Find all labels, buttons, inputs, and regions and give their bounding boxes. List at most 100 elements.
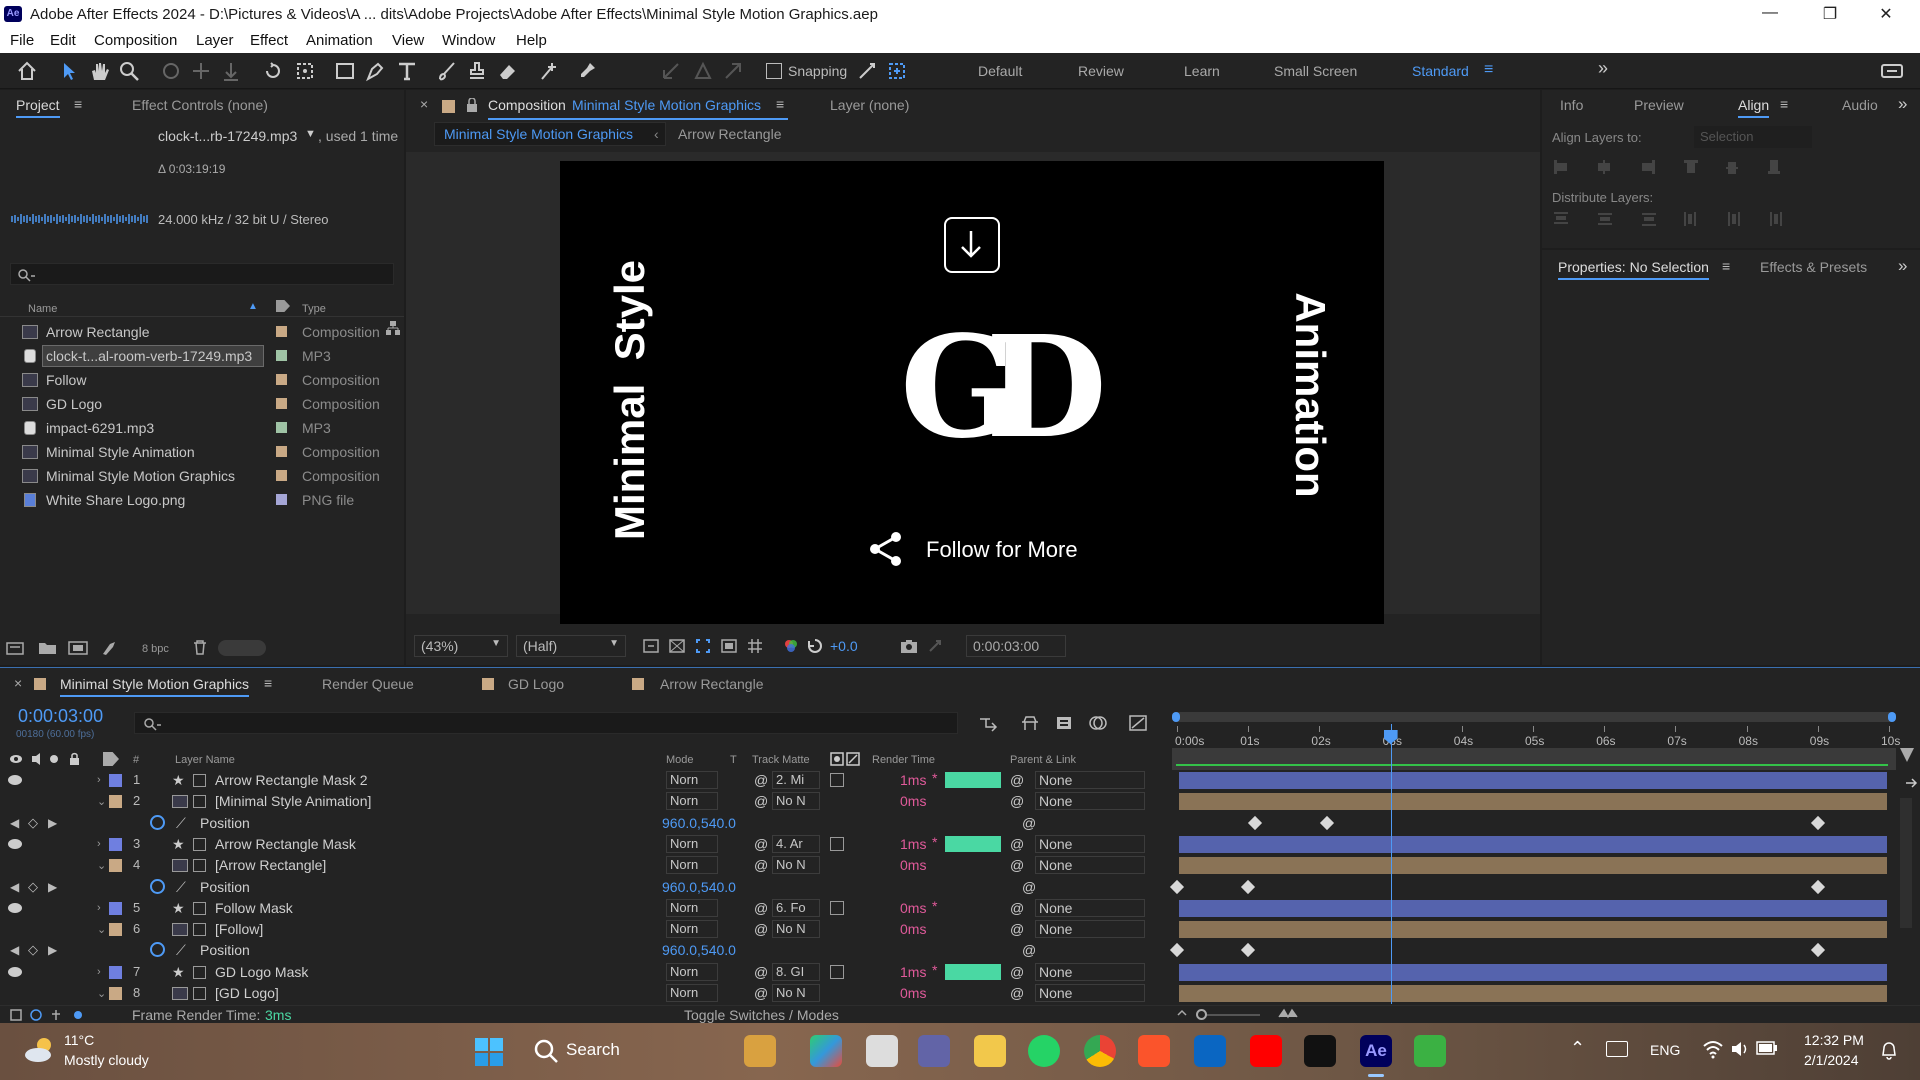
selection-tool-icon[interactable] bbox=[58, 60, 80, 82]
layer-name[interactable]: Follow Mask bbox=[215, 900, 293, 916]
property-row[interactable]: ◀ ◇ ▶ ⟋ Position 960.0,540.0 @ bbox=[0, 813, 1920, 834]
stopwatch-icon[interactable] bbox=[150, 942, 165, 958]
blend-mode-dropdown[interactable]: Norn bbox=[666, 920, 718, 939]
tab-audio[interactable]: Audio bbox=[1842, 97, 1878, 113]
next-keyframe-icon[interactable]: ▶ bbox=[48, 943, 57, 957]
layer-label-swatch[interactable] bbox=[109, 837, 122, 851]
type-tool-icon[interactable] bbox=[396, 60, 418, 82]
layer-duration-bar[interactable] bbox=[1179, 899, 1887, 917]
add-keyframe-icon[interactable]: ◇ bbox=[28, 942, 38, 958]
expand-chevron-icon[interactable]: ⌄ bbox=[97, 987, 106, 1000]
t-header[interactable]: T bbox=[730, 754, 737, 766]
layer-duration-bar[interactable] bbox=[1179, 963, 1887, 981]
blend-mode-dropdown[interactable]: Norn bbox=[666, 834, 718, 853]
workspace-default[interactable]: Default bbox=[978, 63, 1022, 79]
new-composition-icon[interactable] bbox=[68, 640, 88, 656]
parent-dropdown[interactable]: None bbox=[1035, 771, 1145, 789]
pixelmator-icon[interactable] bbox=[1414, 1035, 1446, 1067]
rectangle-tool-icon[interactable] bbox=[334, 60, 356, 82]
eye-visibility-icon[interactable] bbox=[8, 838, 22, 849]
layer-name[interactable]: Arrow Rectangle Mask bbox=[215, 836, 356, 852]
eye-visibility-icon[interactable] bbox=[8, 902, 22, 913]
keyboard-icon[interactable] bbox=[1606, 1041, 1628, 1057]
parent-pickwhip-icon[interactable]: @ bbox=[1010, 772, 1024, 788]
brush-tool-icon[interactable] bbox=[436, 60, 458, 82]
after-effects-icon[interactable]: Ae bbox=[1360, 1035, 1392, 1067]
chrome-icon[interactable] bbox=[1084, 1035, 1116, 1067]
bit-depth-button[interactable]: 8 bpc bbox=[142, 643, 169, 655]
taskbar-search-label[interactable]: Search bbox=[566, 1040, 620, 1060]
keyframe[interactable] bbox=[1810, 943, 1825, 958]
column-name-header[interactable]: Name bbox=[28, 303, 57, 315]
menu-animation[interactable]: Animation bbox=[306, 32, 373, 49]
parent-dropdown[interactable]: None bbox=[1035, 984, 1145, 1002]
workspace-learn[interactable]: Learn bbox=[1184, 63, 1220, 79]
time-navigator-end-icon[interactable] bbox=[1900, 748, 1914, 762]
eraser-tool-icon[interactable] bbox=[496, 60, 518, 82]
snapshot-camera-icon[interactable] bbox=[900, 637, 918, 655]
rotate-tool-icon[interactable] bbox=[262, 60, 284, 82]
label-color-swatch[interactable] bbox=[276, 494, 287, 505]
parent-dropdown[interactable]: None bbox=[1035, 792, 1145, 811]
youtube-icon[interactable] bbox=[1250, 1035, 1282, 1067]
layer-duration-bar[interactable] bbox=[1179, 793, 1887, 811]
mode-header[interactable]: Mode bbox=[666, 754, 694, 766]
layer-name[interactable]: Arrow Rectangle Mask 2 bbox=[215, 772, 368, 788]
weather-temp[interactable]: 11°C bbox=[64, 1032, 94, 1048]
clone-stamp-tool-icon[interactable] bbox=[466, 60, 488, 82]
layer-name[interactable]: GD Logo Mask bbox=[215, 964, 308, 980]
next-keyframe-icon[interactable]: ▶ bbox=[48, 816, 57, 830]
add-keyframe-icon[interactable]: ◇ bbox=[28, 879, 38, 895]
axis-world-icon[interactable] bbox=[692, 60, 714, 82]
add-keyframe-icon[interactable]: ◇ bbox=[28, 815, 38, 831]
keyframe[interactable] bbox=[1319, 815, 1334, 830]
tab-arrow-rectangle[interactable]: Arrow Rectangle bbox=[660, 676, 764, 692]
zoom-in-icon[interactable] bbox=[1278, 1007, 1298, 1019]
keyframe[interactable] bbox=[1169, 943, 1185, 958]
current-time-display[interactable]: 0:00:03:00 bbox=[966, 635, 1066, 657]
keyframe[interactable] bbox=[1248, 815, 1263, 830]
breadcrumb-item-arrow-rectangle[interactable]: Arrow Rectangle bbox=[678, 126, 782, 142]
comp-tab-name[interactable]: Minimal Style Motion Graphics bbox=[572, 97, 761, 113]
label-color-swatch[interactable] bbox=[276, 398, 287, 409]
tab-effects-presets[interactable]: Effects & Presets bbox=[1760, 259, 1867, 275]
expression-pickwhip-icon[interactable]: @ bbox=[1022, 879, 1036, 895]
track-matte-pickwhip-icon[interactable]: @ bbox=[754, 857, 768, 873]
expression-pickwhip-icon[interactable]: @ bbox=[1022, 815, 1036, 831]
track-matte-dropdown[interactable]: No N bbox=[772, 920, 820, 939]
task-view-icon[interactable] bbox=[866, 1035, 898, 1067]
layer-row[interactable]: › 5 ★ Follow Mask Norn @6. Fo 0ms * @ None bbox=[0, 898, 1920, 919]
blend-mode-dropdown[interactable]: Norn bbox=[666, 771, 718, 789]
roto-brush-tool-icon[interactable] bbox=[538, 60, 560, 82]
track-matte-pickwhip-icon[interactable]: @ bbox=[754, 793, 768, 809]
battery-icon[interactable] bbox=[1756, 1041, 1778, 1055]
project-search-input[interactable] bbox=[10, 263, 394, 285]
dolly-tool-icon[interactable] bbox=[220, 60, 242, 82]
project-item[interactable]: image-file-icon White Share Logo.png PNG f… bbox=[0, 488, 400, 512]
delete-icon[interactable] bbox=[192, 639, 208, 655]
layer-label-swatch[interactable] bbox=[109, 965, 122, 979]
layer-duration-bar[interactable] bbox=[1179, 921, 1887, 939]
work-area-end-handle[interactable] bbox=[1888, 712, 1896, 722]
whatsapp-icon[interactable] bbox=[1028, 1035, 1060, 1067]
prev-keyframe-icon[interactable]: ◀ bbox=[10, 816, 19, 830]
parent-link-header[interactable]: Parent & Link bbox=[1010, 754, 1076, 766]
expand-chevron-icon[interactable]: › bbox=[97, 966, 101, 978]
region-of-interest-icon[interactable] bbox=[694, 637, 712, 655]
draft-3d-icon[interactable] bbox=[1020, 714, 1040, 732]
label-column-icon[interactable] bbox=[103, 752, 119, 766]
layer-label-swatch[interactable] bbox=[109, 901, 122, 915]
keyframe[interactable] bbox=[1810, 879, 1825, 894]
windows-start-icon[interactable] bbox=[474, 1037, 504, 1067]
more-panels-icon[interactable]: » bbox=[1898, 256, 1907, 276]
show-snapshot-icon[interactable] bbox=[926, 637, 944, 655]
distribute-buttons-row[interactable] bbox=[1552, 210, 1792, 228]
layer-label-swatch[interactable] bbox=[109, 923, 122, 937]
interpret-footage-icon[interactable] bbox=[6, 640, 26, 656]
timeline-zoom-slider[interactable] bbox=[1196, 1009, 1260, 1020]
blend-mode-dropdown[interactable]: Norn bbox=[666, 962, 718, 981]
keyframe[interactable] bbox=[1241, 879, 1256, 894]
parent-dropdown[interactable]: None bbox=[1035, 834, 1145, 853]
label-color-swatch[interactable] bbox=[276, 470, 287, 481]
parent-pickwhip-icon[interactable]: @ bbox=[1010, 964, 1024, 980]
